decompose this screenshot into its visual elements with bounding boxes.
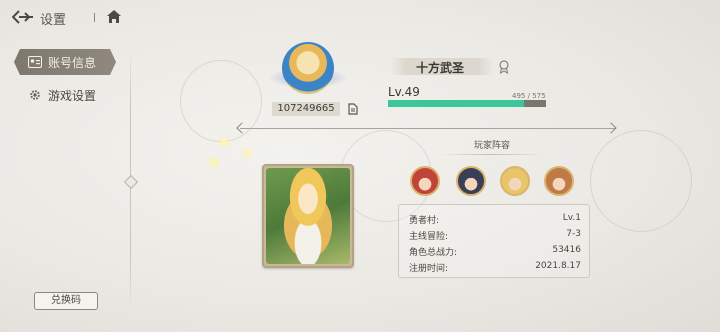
featured-hero-portrait (266, 168, 350, 264)
section-divider (240, 128, 616, 129)
sidebar-item-game-settings[interactable]: 游戏设置 (14, 82, 116, 108)
exp-bar (388, 100, 546, 107)
lineup-title: 玩家阵容 (473, 141, 510, 151)
sidebar-item-label: 账号信息 (48, 55, 97, 70)
page-title: 设置 (40, 13, 67, 28)
home-icon[interactable] (106, 9, 122, 24)
medal-icon[interactable] (498, 60, 510, 74)
stat-label: 勇者村: (409, 216, 440, 226)
stats-panel: 勇者村: Lv.1 主线冒险: 7-3 角色总战力: 53416 注册时间: 2… (398, 204, 590, 278)
player-name[interactable]: 十方武圣 (408, 59, 472, 76)
sparkle (222, 140, 226, 144)
featured-hero-card[interactable] (262, 164, 354, 268)
gear-icon (30, 90, 40, 100)
copy-icon[interactable] (348, 103, 358, 115)
lineup-title-underline (440, 154, 544, 155)
redeem-code-button[interactable]: 兑换码 (34, 292, 98, 310)
stat-value: 2021.8.17 (535, 261, 581, 271)
lineup-hero-red-hair[interactable] (410, 166, 440, 196)
back-arrow-icon[interactable] (12, 10, 34, 24)
lineup-hero-blonde[interactable] (500, 166, 530, 196)
stat-value: Lv.1 (562, 213, 581, 223)
stat-value: 53416 (552, 245, 581, 255)
background-decoration (590, 130, 692, 232)
header: 设置 (0, 0, 720, 34)
stat-value: 7-3 (566, 229, 581, 239)
header-divider (94, 13, 95, 22)
lineup-hero-brown-hair[interactable] (544, 166, 574, 196)
stat-label: 角色总战力: (409, 248, 458, 258)
player-level: Lv.49 (388, 85, 420, 99)
stat-label: 注册时间: (409, 264, 449, 274)
sidebar-item-label: 游戏设置 (48, 88, 97, 103)
id-card-icon (28, 56, 42, 68)
exp-bar-fill (388, 100, 525, 107)
background-decoration (180, 60, 262, 142)
stat-label: 主线冒险: (409, 232, 449, 242)
exp-text: 495 / 575 (512, 92, 546, 100)
divider-arrow-right (605, 122, 617, 134)
user-id: 107249665 (272, 102, 340, 116)
sparkle (212, 160, 216, 164)
sidebar-item-account-info[interactable]: 账号信息 (14, 49, 116, 75)
lineup-hero-dark-hair[interactable] (456, 166, 486, 196)
avatar[interactable] (282, 42, 334, 94)
divider-ornament (123, 174, 139, 190)
sparkle (246, 152, 249, 155)
